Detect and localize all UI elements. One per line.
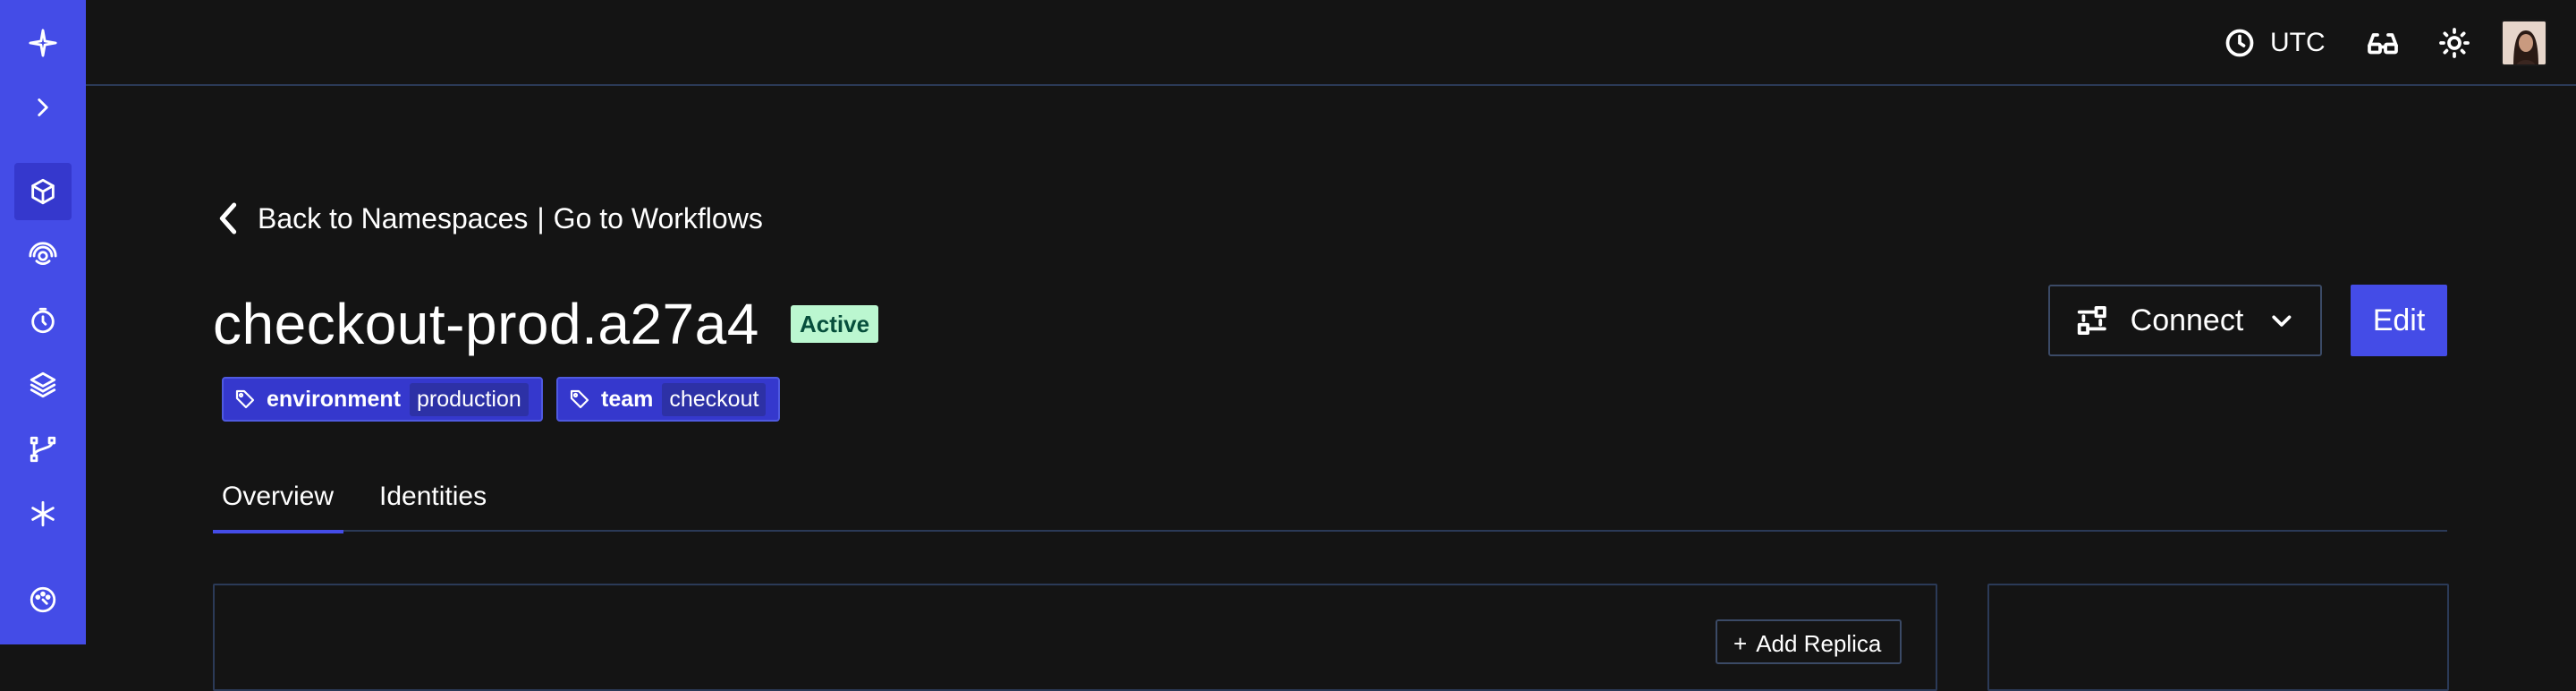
chevron-right-icon: [38, 98, 48, 116]
glasses-icon: [2368, 33, 2398, 55]
chevron-down-icon: [2272, 315, 2292, 327]
box-icon: [31, 178, 55, 205]
chevron-left-icon: [219, 202, 237, 235]
status-badge: Active: [791, 305, 879, 343]
tab-overview[interactable]: Overview: [213, 476, 343, 533]
timezone-selector[interactable]: UTC: [2224, 23, 2326, 63]
radar-icon: [29, 242, 57, 265]
tag-key: environment: [267, 386, 402, 412]
layers-icon: [30, 371, 56, 398]
edit-button[interactable]: Edit: [2351, 285, 2447, 356]
clock-icon: [2225, 29, 2254, 57]
tab-bar: Overview Identities: [213, 476, 2447, 533]
sun-icon: [2439, 28, 2470, 58]
back-to-namespaces-link[interactable]: Back to Namespaces: [258, 202, 528, 235]
connect-icon: [2077, 306, 2106, 335]
asterisk-icon: [31, 500, 55, 527]
git-branch-icon: [30, 436, 56, 463]
theme-toggle-button[interactable]: [2436, 25, 2472, 61]
page-title: checkout-prod.a27a4: [213, 292, 759, 356]
sidebar-item-usage[interactable]: [14, 292, 72, 349]
timer-icon: [31, 307, 55, 334]
top-bar: [86, 0, 2576, 86]
breadcrumb-separator: |: [537, 201, 545, 235]
breadcrumb: Back to Namespaces | Go to Workflows: [215, 195, 763, 242]
tag-value: production: [410, 382, 529, 416]
sidebar-item-theme[interactable]: [14, 571, 72, 628]
tag-icon: [235, 389, 255, 409]
avatar[interactable]: [2501, 20, 2547, 66]
connect-label: Connect: [2130, 303, 2244, 337]
logo-icon[interactable]: [14, 14, 72, 72]
sidebar-item-nexus[interactable]: [14, 227, 72, 285]
go-to-workflows-link[interactable]: Go to Workflows: [554, 202, 763, 235]
connect-button[interactable]: Connect: [2048, 285, 2322, 356]
timezone-label: UTC: [2270, 28, 2326, 57]
tag-key: team: [601, 386, 654, 412]
tab-identities[interactable]: Identities: [379, 476, 487, 532]
palette-icon: [30, 586, 56, 613]
sidebar-item-layers[interactable]: [14, 356, 72, 414]
data-encoder-button[interactable]: [2365, 25, 2401, 61]
tag-team: team checkout: [556, 377, 781, 422]
tag-value: checkout: [662, 382, 767, 416]
sidebar-item-namespaces[interactable]: [14, 163, 72, 220]
sidebar-item-settings[interactable]: [14, 485, 72, 542]
add-replica-button[interactable]: + Add Replica: [1716, 619, 1902, 664]
details-card: [1987, 584, 2449, 691]
tag-environment: environment production: [222, 377, 543, 422]
sidebar-item-integrations[interactable]: [14, 421, 72, 478]
sidebar: [0, 0, 86, 644]
tag-icon: [570, 389, 589, 409]
expand-sidebar-button[interactable]: [14, 79, 72, 136]
replicas-card: [213, 584, 1937, 691]
